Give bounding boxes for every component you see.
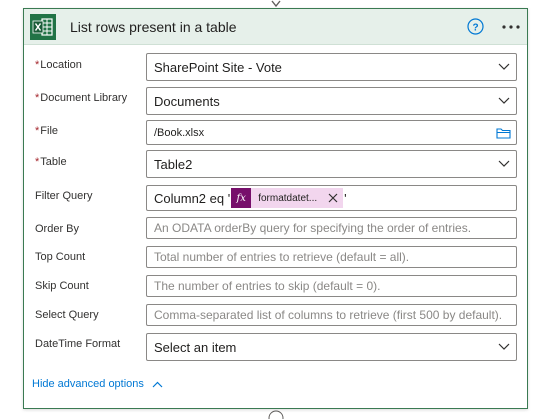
file-field[interactable]: /Book.xlsx [146, 120, 517, 145]
help-icon[interactable]: ? [467, 18, 484, 35]
chevron-down-icon [498, 343, 510, 350]
chevron-down-icon [498, 160, 510, 167]
top-count-placeholder: Total number of entries to retrieve (def… [154, 250, 410, 264]
close-icon[interactable] [323, 188, 343, 208]
top-count-input[interactable]: Total number of entries to retrieve (def… [146, 246, 517, 268]
function-icon: fx [231, 188, 252, 208]
table-value: Table2 [154, 156, 193, 172]
expression-token-label: formatdatet... [258, 192, 318, 204]
skip-count-label: Skip Count [35, 280, 89, 292]
hide-advanced-options-label: Hide advanced options [32, 378, 144, 390]
location-value: SharePoint Site - Vote [154, 59, 282, 75]
order-by-input[interactable]: An ODATA orderBy query for specifying th… [146, 217, 517, 239]
action-header[interactable]: List rows present in a table ? [24, 9, 527, 45]
filter-query-suffix: ' [344, 190, 347, 206]
top-connector-arrow [271, 0, 281, 8]
more-options-icon[interactable] [501, 18, 521, 36]
action-title: List rows present in a table [70, 19, 237, 35]
select-query-input[interactable]: Comma-separated list of columns to retri… [146, 304, 517, 326]
expression-token[interactable]: fx formatdatet... [231, 188, 344, 208]
bottom-connector-circle [268, 410, 284, 419]
excel-icon [30, 14, 56, 40]
file-value: /Book.xlsx [154, 126, 205, 139]
skip-count-placeholder: The number of entries to skip (default =… [154, 279, 381, 293]
filter-query-prefix: Column2 eq ' [154, 190, 231, 206]
table-label: *Table [35, 156, 67, 168]
select-query-label: Select Query [35, 309, 99, 321]
svg-text:?: ? [472, 22, 478, 33]
table-dropdown[interactable]: Table2 [146, 150, 517, 178]
select-query-placeholder: Comma-separated list of columns to retri… [154, 308, 503, 322]
filter-query-label: Filter Query [35, 190, 93, 202]
location-label: *Location [35, 59, 82, 71]
datetime-format-dropdown[interactable]: Select an item [146, 333, 517, 361]
order-by-placeholder: An ODATA orderBy query for specifying th… [154, 221, 472, 235]
document-library-value: Documents [154, 93, 220, 109]
document-library-dropdown[interactable]: Documents [146, 87, 517, 115]
location-dropdown[interactable]: SharePoint Site - Vote [146, 53, 517, 81]
filter-query-input[interactable]: Column2 eq ' fx formatdatet... ' [146, 185, 517, 211]
chevron-down-icon [498, 97, 510, 104]
document-library-label: *Document Library [35, 92, 128, 104]
folder-icon[interactable] [496, 127, 511, 139]
action-card: List rows present in a table ? *Location… [23, 8, 528, 409]
file-label: *File [35, 125, 59, 137]
skip-count-input[interactable]: The number of entries to skip (default =… [146, 275, 517, 297]
datetime-format-label: DateTime Format [35, 338, 121, 350]
hide-advanced-options-link[interactable]: Hide advanced options [32, 378, 163, 390]
datetime-format-value: Select an item [154, 339, 237, 355]
chevron-up-icon [152, 381, 163, 387]
top-count-label: Top Count [35, 251, 86, 263]
chevron-down-icon [498, 63, 510, 70]
order-by-label: Order By [35, 223, 80, 235]
